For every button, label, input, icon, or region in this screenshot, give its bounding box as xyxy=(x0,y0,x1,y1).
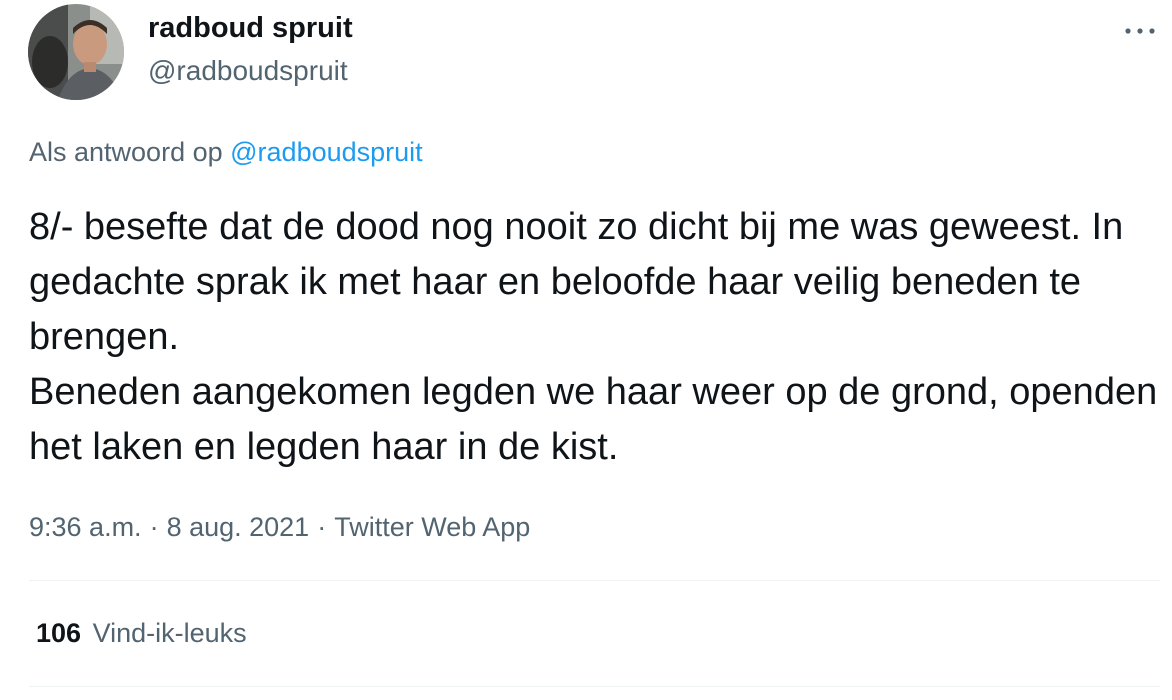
reply-prefix: Als antwoord op xyxy=(29,137,223,167)
author-handle[interactable]: @radboudspruit xyxy=(148,55,348,87)
likes-count: 106 xyxy=(36,618,82,648)
likes-label: Vind-ik-leuks xyxy=(92,618,247,648)
divider xyxy=(29,580,1160,581)
tweet-time[interactable]: 9:36 a.m. xyxy=(29,512,142,542)
more-options-button[interactable] xyxy=(1122,18,1158,44)
likes-stat[interactable]: 106 Vind-ik-leuks xyxy=(36,618,247,649)
meta-separator: · xyxy=(317,512,327,542)
reply-context: Als antwoord op @radboudspruit xyxy=(29,137,423,168)
tweet-text: 8/- besefte dat de dood nog nooit zo dic… xyxy=(29,200,1159,475)
tweet-source[interactable]: Twitter Web App xyxy=(334,512,530,542)
more-horizontal-icon xyxy=(1125,28,1155,34)
meta-separator: · xyxy=(149,512,159,542)
divider xyxy=(29,686,1160,687)
reply-mention-link[interactable]: @radboudspruit xyxy=(230,137,423,167)
author-avatar[interactable] xyxy=(28,4,124,100)
tweet-paragraph: 8/- besefte dat de dood nog nooit zo dic… xyxy=(29,206,1124,358)
tweet-paragraph: Beneden aangekomen legden we haar weer o… xyxy=(29,371,1158,468)
author-display-name[interactable]: radboud spruit xyxy=(148,12,353,45)
tweet-metadata: 9:36 a.m. · 8 aug. 2021 · Twitter Web App xyxy=(29,512,530,543)
tweet-date[interactable]: 8 aug. 2021 xyxy=(167,512,310,542)
profile-photo xyxy=(28,4,124,100)
